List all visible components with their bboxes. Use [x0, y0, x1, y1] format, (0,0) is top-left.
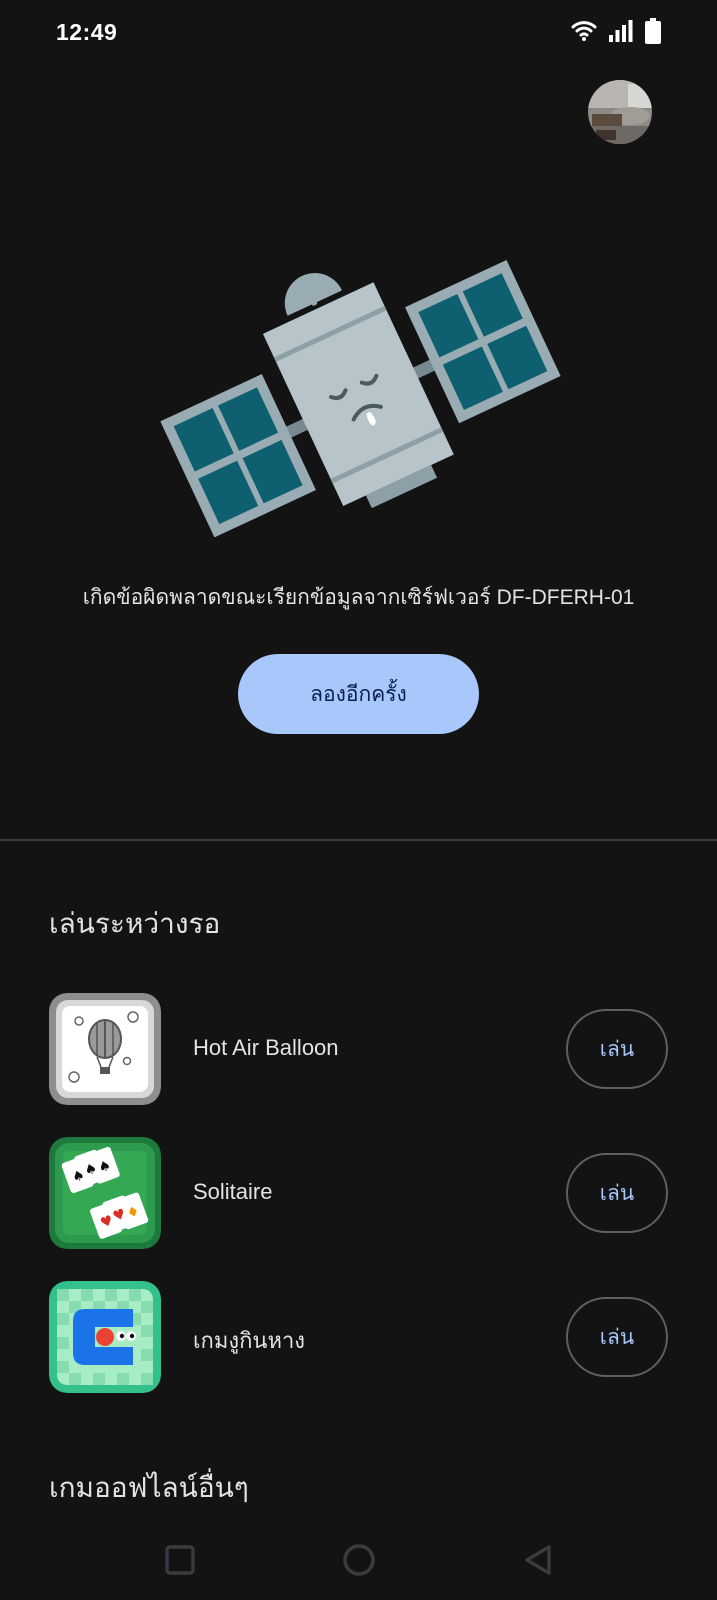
game-row-hot-air-balloon[interactable]: Hot Air Balloon เล่น [0, 993, 717, 1105]
back-button[interactable] [516, 1538, 560, 1582]
section-title-offline-games: เกมออฟไลน์อื่นๆ [49, 1472, 249, 1503]
snake-game-icon[interactable] [49, 1281, 161, 1393]
play-button[interactable]: เล่น [566, 1297, 668, 1377]
screen: 12:49 เกิดข้อผิดพลาดขณะเรียกข้อมูลจากเซิ… [0, 0, 717, 1600]
home-button[interactable] [337, 1538, 381, 1582]
section-title-play-while-waiting: เล่นระหว่างรอ [49, 908, 221, 939]
solitaire-icon[interactable]: ♠ ♠ ♠ ♥ ♥ ♦ [49, 1137, 161, 1249]
navigation-bar [0, 1520, 717, 1600]
battery-icon [645, 18, 661, 44]
game-name: Solitaire [193, 1179, 273, 1204]
play-button[interactable]: เล่น [566, 1153, 668, 1233]
signal-icon [609, 20, 633, 42]
avatar[interactable] [588, 80, 652, 144]
play-button[interactable]: เล่น [566, 1009, 668, 1089]
recents-icon [165, 1545, 195, 1575]
home-icon [343, 1544, 375, 1576]
status-icons [571, 18, 661, 44]
status-bar: 12:49 [0, 0, 717, 64]
satellite-illustration [150, 255, 570, 545]
status-time: 12:49 [56, 19, 118, 45]
wifi-icon [571, 20, 597, 42]
recents-button[interactable] [158, 1538, 202, 1582]
game-name: เกมงูกินหาง [193, 1328, 306, 1353]
hot-air-balloon-icon[interactable] [49, 993, 161, 1105]
back-icon [525, 1545, 551, 1575]
game-row-solitaire[interactable]: ♠ ♠ ♠ ♥ ♥ ♦ Solitaire เล่น [0, 1137, 717, 1249]
divider [0, 839, 717, 841]
game-row-snake[interactable]: เกมงูกินหาง เล่น [0, 1281, 717, 1393]
error-message: เกิดข้อผิดพลาดขณะเรียกข้อมูลจากเซิร์ฟเวอ… [82, 586, 635, 609]
game-name: Hot Air Balloon [193, 1035, 339, 1060]
retry-button[interactable]: ลองอีกครั้ง [238, 654, 479, 734]
